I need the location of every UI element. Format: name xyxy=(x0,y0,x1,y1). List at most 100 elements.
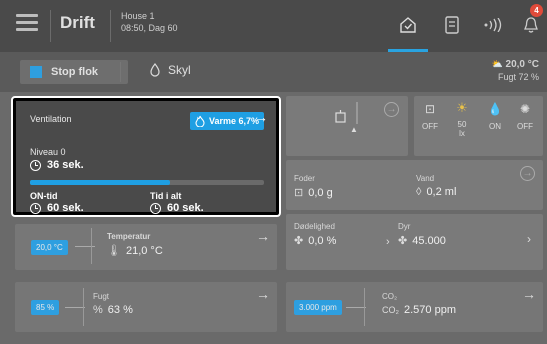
notification-badge: 4 xyxy=(530,4,543,17)
chevron-right-icon[interactable]: › xyxy=(527,232,531,246)
lights-btn-2-value: 50 xyxy=(457,120,467,129)
stop-flok-button[interactable]: Stop flok xyxy=(20,60,128,84)
co2-value: CO₂ 2.570 ppm xyxy=(382,304,456,316)
foder-value: ⊡ 0,0 g xyxy=(294,186,333,200)
humidity-label: Fugt xyxy=(93,292,110,301)
co2-tile[interactable]: 3.000 ppm CO₂ CO₂ 2.570 ppm → xyxy=(286,282,543,332)
top-bar: Drift House 1 08:50, Dag 60 4 xyxy=(0,0,547,52)
stop-square-icon xyxy=(30,66,42,78)
bird-icon: ✤ xyxy=(294,235,304,247)
cloud-sun-icon: ⛅ xyxy=(491,59,504,69)
status-row: Stop flok Skyl ⛅ 20,0 °C Fugt 72 % xyxy=(0,52,547,92)
water-drop-icon: 💧 xyxy=(487,102,503,116)
total-time-label: Tid i alt xyxy=(150,191,182,201)
vand-label: Vand xyxy=(416,174,435,183)
on-time-value: 60 sek. xyxy=(47,202,84,214)
lights-btn-1[interactable]: ⊡ OFF xyxy=(417,102,443,131)
timer-icon xyxy=(150,202,161,214)
range-line xyxy=(83,288,84,326)
chevron-right-icon: › xyxy=(386,236,390,248)
report-icon[interactable] xyxy=(441,14,463,36)
arrow-right-icon[interactable]: → xyxy=(384,102,399,117)
humidity-setpoint: 85 % xyxy=(31,300,60,315)
connector-line xyxy=(65,307,85,308)
arrow-right-icon[interactable]: → xyxy=(256,286,270,302)
temperature-label: Temperatur xyxy=(107,232,151,241)
ventilation-level: Niveau 0 xyxy=(30,147,66,157)
arrow-right-icon[interactable]: → xyxy=(522,286,536,302)
sensor-gauge xyxy=(356,102,358,124)
skyl-button[interactable]: Skyl xyxy=(150,63,191,77)
connector-line xyxy=(346,307,366,308)
lights-btn-2-unit: lx xyxy=(459,129,465,138)
outdoor-temp: 20,0 °C xyxy=(505,59,539,70)
sun-icon: ☀ xyxy=(456,100,468,115)
bell-icon[interactable] xyxy=(520,14,542,36)
temperature-tile[interactable]: 20,0 °C Temperatur 🌡 21,0 °C → xyxy=(15,224,277,270)
total-time-value: 60 sek. xyxy=(167,202,204,214)
dyr-label: Dyr xyxy=(398,222,411,231)
arrow-right-icon[interactable]: → xyxy=(520,166,535,181)
mortality-value-text: 0,0 % xyxy=(308,234,337,247)
triangle-up-icon: ▲ xyxy=(350,125,358,134)
outdoor-humidity: Fugt 72 % xyxy=(497,72,539,82)
humidity-value-text: 63 % xyxy=(107,304,133,316)
foder-value-text: 0,0 g xyxy=(308,186,333,199)
level-time-value: 36 sek. xyxy=(47,159,84,171)
divider xyxy=(110,10,111,42)
timer-icon xyxy=(30,159,41,171)
co2-setpoint: 3.000 ppm xyxy=(294,300,342,315)
scale-icon: ⊡ xyxy=(294,187,304,199)
temperature-setpoint: 20,0 °C xyxy=(31,240,68,255)
arrow-right-icon[interactable]: → xyxy=(254,109,268,125)
lights-btn-4-label: OFF xyxy=(517,122,533,131)
box-icon: ⊡ xyxy=(424,102,436,116)
mortality-value: ✤ 0,0 % xyxy=(294,234,337,248)
co2-icon: CO₂ xyxy=(382,305,399,315)
fan-icon: ✺ xyxy=(519,102,531,116)
mortality-tile[interactable]: Dødelighed ✤ 0,0 % › Dyr ✤ 45.000 › xyxy=(286,214,543,270)
lights-btn-2[interactable]: ☀ 50 lx xyxy=(449,100,475,138)
flame-icon xyxy=(195,115,205,127)
vand-value-text: 0,2 ml xyxy=(426,186,457,198)
ventilation-tile[interactable]: Ventilation Varme 6,7% → Niveau 0 36 sek… xyxy=(11,96,281,217)
wireless-signal-icon[interactable] xyxy=(483,14,505,36)
feed-tile[interactable]: Foder ⊡ 0,0 g Vand ◊ 0,2 ml → xyxy=(286,160,543,210)
lights-btn-3[interactable]: 💧 ON xyxy=(482,102,508,131)
hamburger-menu-icon[interactable] xyxy=(16,14,38,32)
water-drop-icon: ◊ xyxy=(416,186,422,198)
on-time-label: ON-tid xyxy=(30,191,58,201)
humidity-icon: % xyxy=(93,304,103,316)
lights-btn-3-label: ON xyxy=(489,122,501,131)
connector-line xyxy=(75,246,95,247)
co2-label: CO₂ xyxy=(382,292,398,301)
house-check-icon[interactable] xyxy=(397,14,419,36)
house-info[interactable]: House 1 08:50, Dag 60 xyxy=(121,10,178,34)
heat-badge: Varme 6,7% xyxy=(190,112,264,130)
lamp-icon xyxy=(335,110,346,123)
page-title: Drift xyxy=(60,13,95,32)
range-line xyxy=(91,228,92,264)
house-time: 08:50, Dag 60 xyxy=(121,23,178,33)
water-drop-icon xyxy=(150,63,160,77)
lights-tile[interactable]: ⊡ OFF ☀ 50 lx 💧 ON ✺ OFF xyxy=(414,96,543,156)
bird-icon: ✤ xyxy=(398,235,408,247)
sensor-tile[interactable]: ▲ → xyxy=(286,96,408,156)
thermometer-icon: 🌡 xyxy=(107,245,121,257)
house-name: House 1 xyxy=(121,11,155,21)
lights-btn-1-label: OFF xyxy=(422,122,438,131)
outdoor-weather: ⛅ 20,0 °C Fugt 72 % xyxy=(492,58,539,83)
ventilation-progress xyxy=(30,180,264,185)
stop-flok-label: Stop flok xyxy=(51,66,99,78)
arrow-right-icon[interactable]: → xyxy=(256,228,270,244)
level-time: 36 sek. xyxy=(30,159,84,171)
humidity-tile[interactable]: 85 % Fugt % 63 % → xyxy=(15,282,277,332)
lights-btn-4[interactable]: ✺ OFF xyxy=(512,102,538,131)
humidity-value: % 63 % xyxy=(93,304,133,316)
co2-value-text: 2.570 ppm xyxy=(404,304,456,316)
ventilation-progress-fill xyxy=(30,180,171,185)
temperature-value-text: 21,0 °C xyxy=(125,244,163,257)
mortality-label: Dødelighed xyxy=(294,222,335,231)
foder-label: Foder xyxy=(294,174,315,183)
skyl-label: Skyl xyxy=(168,63,191,77)
